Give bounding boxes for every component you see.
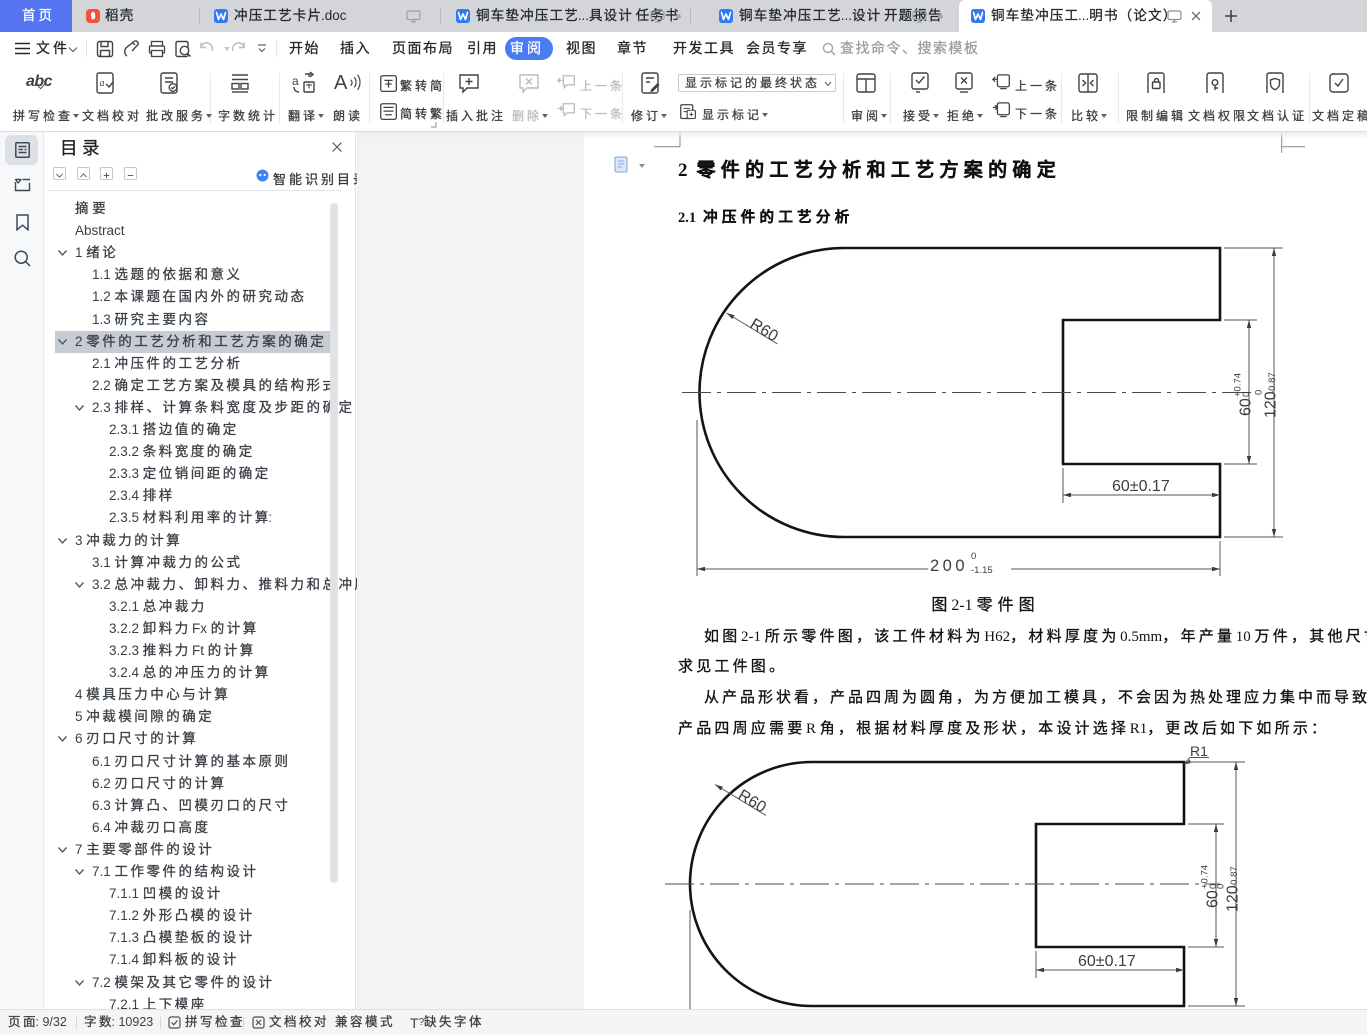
svg-text:0: 0 [1254, 390, 1265, 395]
svg-text:0: 0 [1241, 392, 1252, 397]
svg-text:-0.87: -0.87 [1267, 372, 1278, 394]
svg-text:-1.15: -1.15 [971, 565, 993, 576]
svg-text:a: a [292, 74, 299, 88]
svg-text:R60: R60 [747, 316, 781, 346]
svg-text:a: a [100, 78, 105, 89]
svg-text:R1: R1 [1190, 743, 1208, 759]
svg-text:120: 120 [1263, 391, 1280, 418]
svg-text:-0.87: -0.87 [1229, 866, 1240, 888]
svg-text:60±0.17: 60±0.17 [1112, 478, 1170, 495]
svg-text:120: 120 [1225, 885, 1242, 912]
svg-text:0: 0 [971, 551, 976, 562]
svg-text:60: 60 [1238, 398, 1255, 416]
svg-text:R60: R60 [735, 787, 769, 817]
svg-text:60: 60 [1205, 890, 1222, 908]
svg-text:60±0.17: 60±0.17 [1078, 953, 1136, 970]
svg-text:200: 200 [930, 557, 968, 575]
svg-text:0: 0 [1216, 884, 1227, 889]
